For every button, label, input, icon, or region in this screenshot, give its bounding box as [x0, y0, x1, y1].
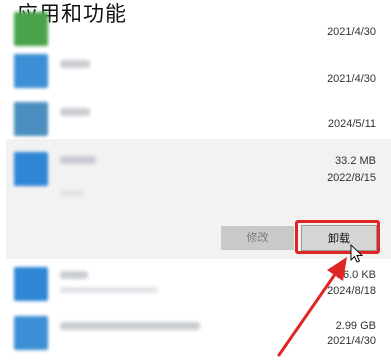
annotation-arrow-icon — [277, 257, 347, 357]
